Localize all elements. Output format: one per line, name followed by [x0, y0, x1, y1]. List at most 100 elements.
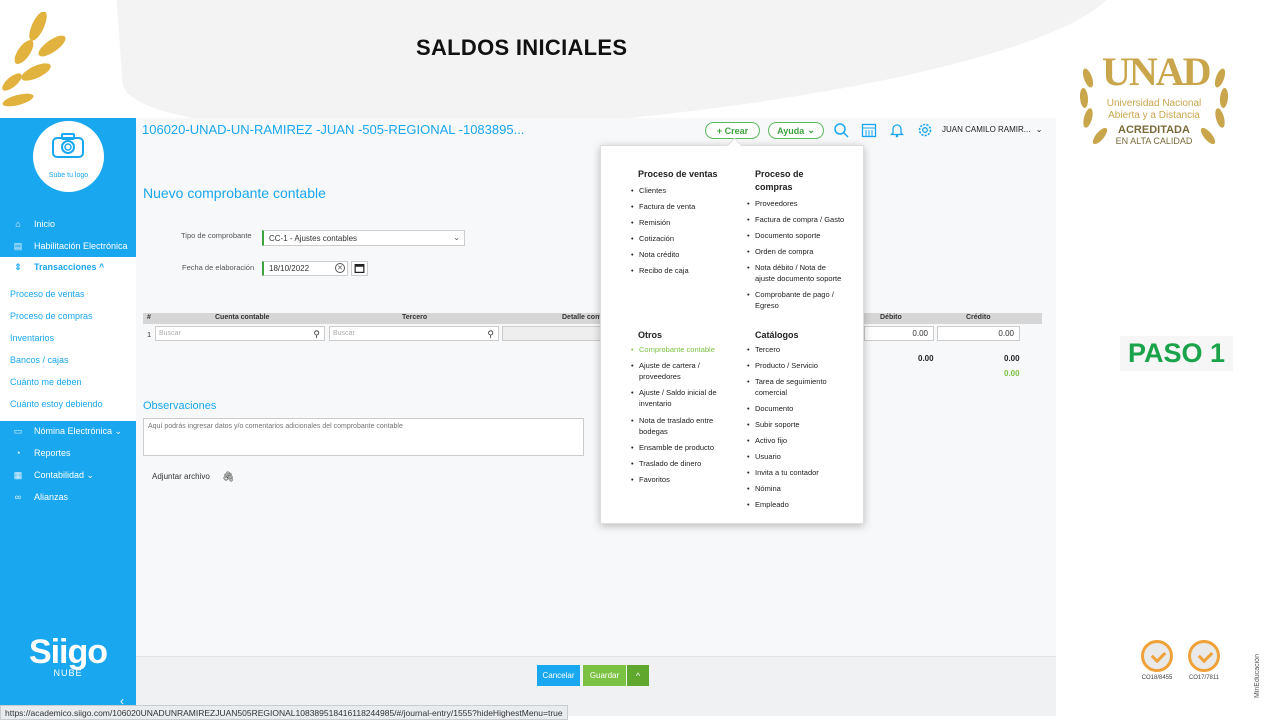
third-search-placeholder: Buscar [333, 330, 355, 337]
sidebar-item-label: Inicio [34, 219, 56, 229]
paperclip-icon[interactable]: 🖇 [222, 472, 235, 483]
menu-item-cotizacion[interactable]: Cotización [631, 233, 674, 244]
sidebar: Sube tu logo ⌂ Inicio ▤ Habilitación Ele… [0, 118, 136, 716]
sidebar-item-transacciones[interactable]: ⇕ Transacciones ^ [0, 257, 136, 277]
menu-item-empleado[interactable]: Empleado [747, 499, 789, 510]
slide-title: SALDOS INICIALES [416, 35, 628, 60]
column-debit: Débito [880, 314, 902, 321]
search-icon[interactable]: ⚲ [313, 329, 320, 340]
menu-item-ajuste-inventario[interactable]: Ajuste / Saldo inicial de inventario [631, 387, 717, 409]
submenu-item-inventarios[interactable]: Inventarios [10, 333, 54, 343]
row-number: 1 [147, 330, 152, 339]
menu-item-line: Tarea de seguimiento [755, 377, 827, 386]
voucher-type-label: Tipo de comprobante [181, 231, 252, 240]
entries-table-header: # Cuenta contable Tercero Detalle cont D… [143, 313, 1042, 324]
siigo-logo: Siigo NUBE [28, 633, 108, 693]
menu-item-orden-compra[interactable]: Orden de compra [747, 246, 813, 257]
voucher-type-value: CC-1 - Ajustes contables [269, 233, 358, 243]
menu-item-subir-soporte[interactable]: Subir soporte [747, 419, 800, 430]
sgs-seal-icon [1188, 640, 1220, 672]
gear-icon[interactable] [917, 122, 933, 138]
menu-item-activo-fijo[interactable]: Activo fijo [747, 435, 787, 446]
menu-item-ajuste-cartera[interactable]: Ajuste de cartera / proveedores [631, 360, 700, 382]
observations-title: Observaciones [143, 400, 217, 412]
menu-item-line: proveedores [639, 372, 681, 381]
menu-item-nomina[interactable]: Nómina [747, 483, 781, 494]
menu-item-nota-credito[interactable]: Nota crédito [631, 249, 679, 260]
search-icon[interactable]: ⚲ [487, 329, 494, 340]
step-label: PASO 1 [1120, 336, 1234, 371]
column-third: Tercero [402, 314, 428, 321]
menu-item-line: ajuste documento soporte [755, 274, 842, 283]
search-icon[interactable] [833, 122, 849, 138]
user-name: JUAN CAMILO RAMIR... [942, 125, 1031, 134]
sidebar-item-inicio[interactable]: ⌂ Inicio [0, 214, 136, 234]
submenu-item-bancos[interactable]: Bancos / cajas [10, 355, 69, 365]
menu-item-documento-soporte[interactable]: Documento soporte [747, 230, 820, 241]
calendar-icon[interactable] [861, 122, 877, 138]
sgs-cert-1: CO18/8455 [1137, 640, 1177, 684]
submenu-item-me-deben[interactable]: Cuánto me deben [10, 377, 82, 387]
menu-item-favoritos[interactable]: Favoritos [631, 474, 670, 485]
menu-item-recibo-caja[interactable]: Recibo de caja [631, 265, 689, 276]
menu-item-comprobante-pago[interactable]: Comprobante de pago / Egreso [747, 289, 834, 311]
menu-item-line: Nota débito / Nota de [755, 263, 826, 272]
voucher-type-select[interactable]: CC-1 - Ajustes contables ⌄ [262, 230, 465, 246]
sidebar-item-nomina[interactable]: ▭ Nómina Electrónica ⌄ [0, 421, 136, 441]
cancel-button[interactable]: Cancelar [537, 665, 580, 686]
chevron-down-icon: ⌄ [1035, 125, 1043, 134]
detail-input[interactable] [502, 326, 612, 341]
menu-item-usuario[interactable]: Usuario [747, 451, 781, 462]
menu-item-nota-debito[interactable]: Nota débito / Nota de ajuste documento s… [747, 262, 841, 284]
home-icon: ⌂ [15, 219, 21, 229]
menu-item-factura-compra[interactable]: Factura de compra / Gasto [747, 214, 844, 225]
submenu-item-debiendo[interactable]: Cuánto estoy debiendo [10, 399, 103, 409]
credit-input[interactable]: 0.00 [937, 326, 1020, 341]
menu-item-producto[interactable]: Producto / Servicio [747, 360, 818, 371]
save-button[interactable]: Guardar [583, 665, 626, 686]
menu-item-tarea[interactable]: Tarea de seguimiento comercial [747, 376, 827, 398]
calendar-picker-icon[interactable] [351, 261, 368, 276]
menu-item-proveedores[interactable]: Proveedores [747, 198, 798, 209]
status-bar-url: https://academico.siigo.com/106020UNADUN… [0, 705, 568, 720]
total-credit: 0.00 [1004, 354, 1020, 363]
help-button[interactable]: Ayuda ⌄ [768, 122, 824, 139]
upload-logo-button[interactable]: Sube tu logo [33, 121, 104, 192]
sgs-code-1: CO18/8455 [1141, 675, 1173, 681]
menu-section-purchases: Proceso de compras [755, 168, 804, 194]
account-search-input[interactable]: Buscar ⚲ [155, 326, 325, 341]
menu-item-clientes[interactable]: Clientes [631, 185, 666, 196]
debit-input[interactable]: 0.00 [864, 326, 934, 341]
menu-item-comprobante-contable[interactable]: Comprobante contable [631, 344, 715, 355]
clear-date-icon[interactable]: ✕ [335, 263, 345, 273]
sidebar-item-contabilidad[interactable]: ▦ Contabilidad ⌄ [0, 465, 136, 485]
user-menu[interactable]: JUAN CAMILO RAMIR... ⌄ [942, 125, 1042, 134]
menu-item-line: Ajuste de cartera / [639, 361, 700, 370]
sidebar-item-label: Alianzas [34, 492, 69, 502]
submenu-item-compras[interactable]: Proceso de compras [10, 311, 93, 321]
create-button[interactable]: + Crear [705, 122, 760, 139]
account-title[interactable]: 106020-UNAD-UN-RAMIREZ -JUAN -505-REGION… [142, 122, 524, 137]
attach-file-label[interactable]: Adjuntar archivo [152, 472, 210, 481]
menu-item-invita-contador[interactable]: Invita a tu contador [747, 467, 819, 478]
third-search-input[interactable]: Buscar ⚲ [329, 326, 499, 341]
menu-item-factura-venta[interactable]: Factura de venta [631, 201, 695, 212]
sgs-code-2: CO17/7811 [1188, 675, 1220, 681]
save-options-button[interactable]: ^ [627, 665, 649, 686]
observations-textarea[interactable] [143, 418, 584, 456]
menu-item-tercero[interactable]: Tercero [747, 344, 780, 355]
sidebar-item-reportes[interactable]: ◔ Reportes [0, 443, 136, 463]
sidebar-item-label: Habilitación Electrónica [34, 241, 128, 251]
sidebar-item-alianzas[interactable]: ∞ Alianzas [0, 487, 136, 507]
slide: SALDOS INICIALES UNAD Universidad Nacion… [0, 0, 1280, 720]
menu-item-line: bodegas [639, 427, 668, 436]
menu-item-documento[interactable]: Documento [747, 403, 793, 414]
submenu-item-ventas[interactable]: Proceso de ventas [10, 289, 85, 299]
menu-item-remision[interactable]: Remisión [631, 217, 670, 228]
accounting-icon: ▦ [13, 469, 23, 480]
menu-item-traslado-dinero[interactable]: Traslado de dinero [631, 458, 701, 469]
sidebar-item-habilitacion[interactable]: ▤ Habilitación Electrónica [0, 236, 136, 256]
menu-item-nota-traslado[interactable]: Nota de traslado entre bodegas [631, 415, 713, 437]
menu-item-ensamble[interactable]: Ensamble de producto [631, 442, 714, 453]
bell-icon[interactable] [889, 122, 905, 138]
